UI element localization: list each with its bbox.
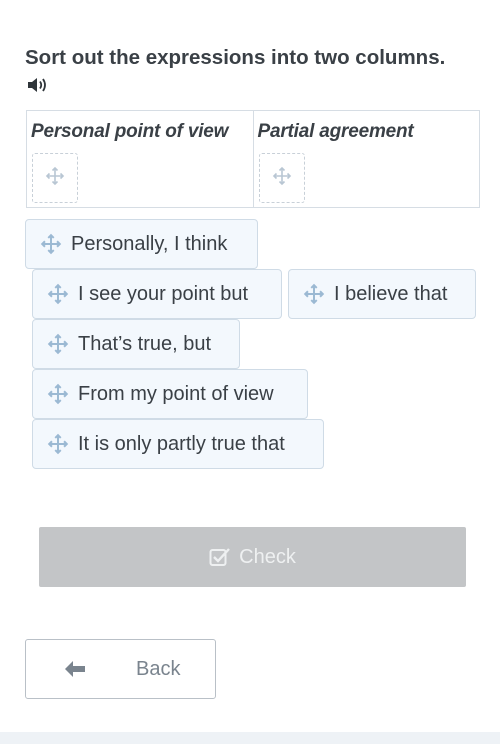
drop-zone[interactable] [258, 153, 305, 203]
check-label: Check [239, 545, 296, 568]
move-arrows-icon [303, 283, 325, 305]
move-arrows-icon [47, 283, 69, 305]
column-personal-point-of-view: Personal point of view [27, 111, 253, 207]
expression-card[interactable]: That’s true, but [32, 319, 240, 369]
card-label: It is only partly true that [78, 432, 285, 455]
instruction-text: Sort out the expressions into two column… [25, 46, 446, 69]
column-header: Personal point of view [31, 121, 229, 142]
expression-card[interactable]: It is only partly true that [32, 419, 324, 469]
card-label: I believe that [334, 282, 448, 305]
card-label: That’s true, but [78, 332, 212, 355]
checkbox-icon [209, 547, 231, 567]
column-header: Partial agreement [257, 121, 414, 142]
arrow-left-icon [64, 660, 86, 678]
expression-card[interactable]: I see your point but [32, 269, 282, 319]
sort-table: Personal point of view Partial agreement [26, 110, 480, 208]
move-arrows-icon [40, 233, 62, 255]
check-button[interactable]: Check [39, 527, 466, 587]
move-arrows-icon [47, 333, 69, 355]
speaker-icon[interactable] [26, 76, 52, 96]
move-arrows-icon [47, 383, 69, 405]
card-label: I see your point but [78, 282, 249, 305]
back-button[interactable]: Back [25, 639, 216, 699]
expression-card[interactable]: Personally, I think [25, 219, 258, 269]
move-arrows-icon [272, 166, 292, 191]
drop-zone[interactable] [32, 153, 78, 203]
card-label: From my point of view [78, 382, 274, 405]
move-arrows-icon [47, 433, 69, 455]
move-arrows-icon [45, 166, 65, 191]
column-partial-agreement: Partial agreement [252, 111, 480, 207]
back-label: Back [136, 658, 181, 680]
expression-card[interactable]: From my point of view [32, 369, 308, 419]
bottom-strip [0, 732, 500, 744]
expression-card[interactable]: I believe that [288, 269, 476, 319]
card-label: Personally, I think [71, 232, 228, 255]
